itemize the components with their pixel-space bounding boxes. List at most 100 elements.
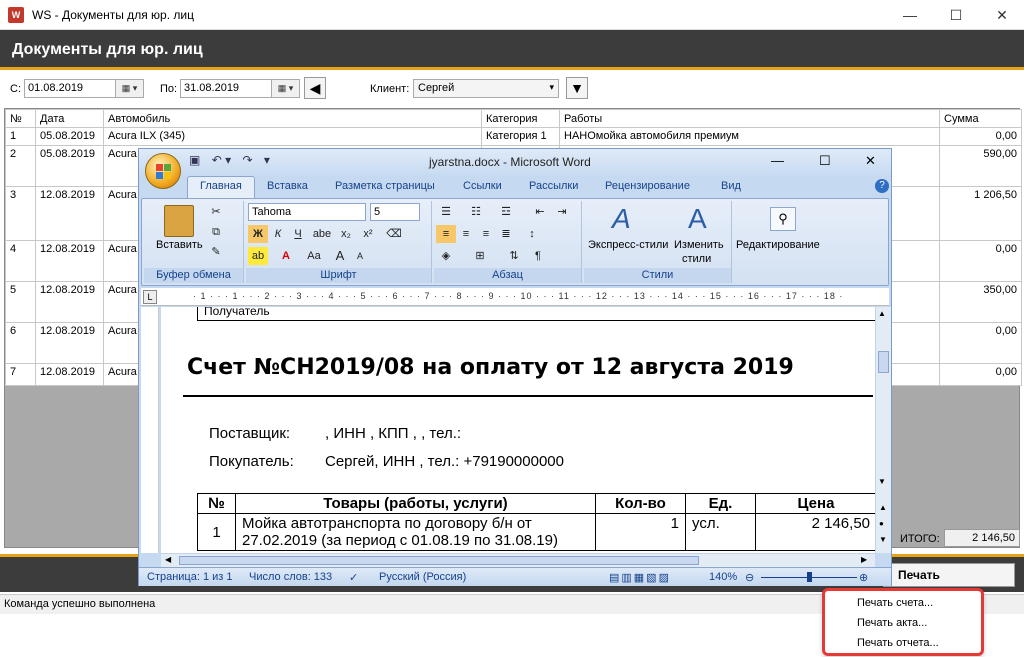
menu-item-print-act[interactable]: Печать акта...: [857, 617, 927, 629]
redo-icon[interactable]: ↷: [242, 153, 252, 167]
tab-review[interactable]: Рецензирование: [605, 180, 690, 192]
browse-object-icon[interactable]: ●: [879, 519, 884, 528]
column-header[interactable]: Автомобиль: [103, 109, 482, 128]
decrease-indent-icon[interactable]: ⇤: [530, 203, 550, 221]
font-color-icon[interactable]: A: [276, 247, 296, 265]
shading-icon[interactable]: ◈: [436, 247, 456, 265]
change-styles-button[interactable]: Изменить: [674, 239, 724, 251]
next-page-icon[interactable]: ▼: [879, 535, 887, 544]
tab-mailings[interactable]: Рассылки: [529, 180, 578, 192]
spellcheck-icon[interactable]: ✓: [349, 571, 358, 584]
scroll-right-icon[interactable]: ▶: [861, 555, 867, 564]
client-select[interactable]: Сергей ▾: [413, 79, 559, 98]
customize-qat-icon[interactable]: ▾: [264, 153, 270, 167]
cut-icon[interactable]: ✂: [206, 203, 226, 221]
bold-button[interactable]: Ж: [248, 225, 268, 243]
tab-selector[interactable]: L: [143, 290, 157, 304]
clear-format-icon[interactable]: ⌫: [384, 225, 404, 243]
numbering-icon[interactable]: ☷: [466, 203, 486, 221]
hscroll-thumb[interactable]: [179, 556, 699, 565]
subscript-button[interactable]: x₂: [336, 225, 356, 243]
undo-icon[interactable]: ↶ ▾: [212, 153, 231, 167]
pilcrow-icon[interactable]: ¶: [528, 247, 548, 265]
tab-home[interactable]: Главная: [187, 176, 255, 198]
zoom-slider-thumb[interactable]: [807, 572, 812, 582]
increase-indent-icon[interactable]: ⇥: [552, 203, 572, 221]
from-date-picker-button[interactable]: ▦ ▾: [116, 79, 144, 98]
justify-icon[interactable]: ≣: [496, 225, 516, 243]
font-name-select[interactable]: Tahoma: [248, 203, 366, 221]
to-date-picker-button[interactable]: ▦ ▾: [272, 79, 300, 98]
vertical-scrollbar[interactable]: ▲ ▼ ▲ ● ▼: [875, 307, 891, 553]
menu-item-print-invoice[interactable]: Печать счета...: [857, 597, 933, 609]
highlight-icon[interactable]: ab: [248, 247, 268, 265]
tab-view[interactable]: Вид: [721, 180, 741, 192]
borders-icon[interactable]: ⊞: [470, 247, 490, 265]
underline-button[interactable]: Ч: [288, 225, 308, 243]
back-arrow-button[interactable]: ◀: [304, 77, 326, 99]
multilevel-list-icon[interactable]: ☲: [496, 203, 516, 221]
sort-icon[interactable]: ⇅: [504, 247, 524, 265]
word-minimize-button[interactable]: —: [771, 153, 784, 168]
invoice-col-header: №: [197, 493, 236, 514]
column-header[interactable]: Категория: [481, 109, 560, 128]
zoom-in-icon[interactable]: ⊕: [859, 571, 868, 584]
cell-sum: 1 206,50: [939, 186, 1022, 241]
change-styles-icon: A: [688, 203, 707, 234]
editing-button[interactable]: Редактирование: [736, 239, 820, 251]
print-button[interactable]: Печать: [883, 563, 1015, 587]
close-button[interactable]: ✕: [992, 5, 1012, 25]
save-icon[interactable]: ▣: [189, 153, 200, 167]
document-page[interactable]: Получатель Счет №СН2019/08 на оплату от …: [161, 307, 875, 553]
copy-icon[interactable]: ⧉: [206, 223, 226, 241]
scroll-down-icon[interactable]: ▼: [878, 477, 886, 486]
maximize-button[interactable]: ☐: [946, 5, 966, 25]
column-header[interactable]: Работы: [559, 109, 940, 128]
superscript-button[interactable]: x²: [358, 225, 378, 243]
invoice-col-header: Кол-во: [595, 493, 686, 514]
italic-button[interactable]: К: [268, 225, 288, 243]
word-close-button[interactable]: ✕: [865, 153, 876, 169]
page-count[interactable]: Страница: 1 из 1: [147, 571, 233, 583]
office-button[interactable]: [145, 153, 181, 189]
to-date-input[interactable]: 31.08.2019: [180, 79, 272, 98]
previous-page-icon[interactable]: ▲: [879, 503, 887, 512]
minimize-button[interactable]: —: [900, 5, 920, 25]
cell-sum: 0,00: [939, 127, 1022, 146]
zoom-out-icon[interactable]: ⊖: [745, 571, 754, 584]
express-styles-button[interactable]: Экспресс-стили: [588, 239, 668, 251]
help-icon[interactable]: ?: [875, 179, 889, 193]
scroll-up-icon[interactable]: ▲: [878, 309, 886, 318]
align-left-icon[interactable]: ≡: [436, 225, 456, 243]
page-title: Документы для юр. лиц: [12, 41, 203, 58]
change-case-icon[interactable]: Aa: [304, 247, 324, 265]
table-row[interactable]: 1 05.08.2019 Acura ILX (345) Категория 1…: [5, 127, 1022, 146]
paste-button[interactable]: Вставить: [156, 239, 203, 251]
column-header[interactable]: №: [5, 109, 36, 128]
strikethrough-button[interactable]: abe: [312, 225, 332, 243]
align-center-icon[interactable]: ≡: [456, 225, 476, 243]
word-count[interactable]: Число слов: 133: [249, 571, 332, 583]
tab-insert[interactable]: Вставка: [267, 180, 308, 192]
horizontal-scrollbar[interactable]: ◀ ▶: [161, 553, 875, 567]
scroll-left-icon[interactable]: ◀: [165, 555, 171, 564]
line-spacing-icon[interactable]: ↕: [522, 225, 542, 243]
scroll-thumb[interactable]: [878, 351, 889, 373]
filter-button[interactable]: ▼: [566, 77, 588, 99]
menu-item-print-report[interactable]: Печать отчета...: [857, 637, 939, 649]
shrink-font-icon[interactable]: A: [350, 247, 370, 265]
bullets-icon[interactable]: ☰: [436, 203, 456, 221]
tab-references[interactable]: Ссылки: [463, 180, 502, 192]
grow-font-icon[interactable]: A: [330, 247, 350, 265]
column-header[interactable]: Дата: [35, 109, 104, 128]
tab-page-layout[interactable]: Разметка страницы: [335, 180, 435, 192]
align-right-icon[interactable]: ≡: [476, 225, 496, 243]
from-date-input[interactable]: 01.08.2019: [24, 79, 116, 98]
word-maximize-button[interactable]: ☐: [819, 153, 831, 169]
language[interactable]: Русский (Россия): [379, 571, 466, 583]
format-painter-icon[interactable]: ✎: [206, 243, 226, 261]
column-header[interactable]: Сумма: [939, 109, 1022, 128]
font-size-select[interactable]: 5: [370, 203, 420, 221]
zoom-level[interactable]: 140%: [709, 571, 737, 583]
view-buttons[interactable]: ▤▥▦▧▨: [609, 571, 671, 584]
